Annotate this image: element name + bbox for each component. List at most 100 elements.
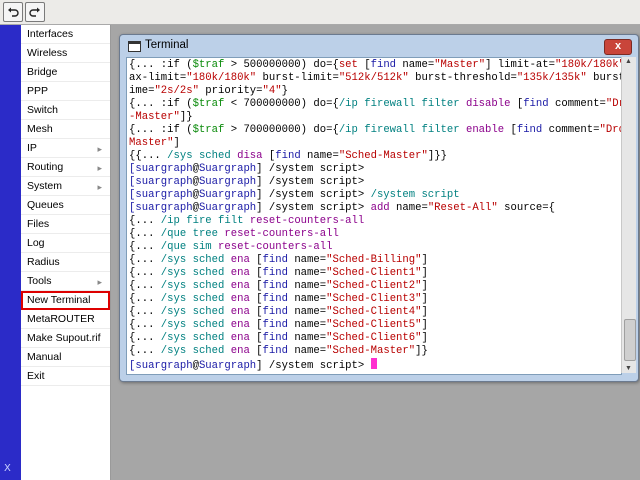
terminal-text: [suargraph — [129, 163, 193, 175]
terminal-text: "Drop — [605, 98, 621, 110]
sidebar-item-exit[interactable]: Exit — [21, 367, 110, 386]
terminal-text: {... — [129, 280, 161, 292]
terminal-text: /sys sched — [160, 254, 225, 266]
sidebar-item-label: Tools — [27, 275, 52, 287]
terminal-text: ] /system script> — [256, 189, 371, 201]
terminal-text: Suargraph — [198, 176, 257, 188]
terminal-text: ax-limit= — [129, 72, 187, 84]
terminal-text: "Sched-Client2" — [326, 280, 422, 292]
sidebar-item-ip[interactable]: IP ▸ — [21, 139, 110, 158]
terminal-line: {... /sys sched ena [find name="Sched-Cl… — [129, 306, 621, 319]
terminal-text: ]}} — [427, 150, 447, 162]
submenu-arrow-icon: ▸ — [97, 182, 102, 192]
terminal-text: /sys sched — [167, 150, 231, 162]
terminal-text: enable — [465, 124, 505, 136]
terminal-line: {... /sys sched ena [find name="Sched-Cl… — [129, 267, 621, 280]
terminal-text: "Sched-Client4" — [326, 306, 422, 318]
terminal-text: name= — [389, 202, 428, 214]
terminal-text: ime= — [129, 85, 155, 97]
terminal-text: /que tree — [160, 228, 219, 240]
terminal-line: {{... /sys sched disa [find name="Sched-… — [129, 150, 621, 163]
sidebar-item-tools[interactable]: Tools ▸ — [21, 272, 110, 291]
terminal-line: [suargraph@Suargraph] /system script> — [129, 176, 621, 189]
side-strip: X — [0, 25, 21, 480]
terminal-text: comment= — [542, 124, 600, 136]
strip-label: X — [4, 463, 11, 474]
terminal-text: [ — [249, 345, 263, 357]
terminal-output[interactable]: {... :if ($traf > 500000000) do={set [fi… — [126, 57, 622, 375]
terminal-line: [suargraph@Suargraph] /system script> — [129, 358, 621, 373]
terminal-text: ] — [421, 280, 428, 292]
terminal-text: ] — [421, 306, 428, 318]
terminal-text: ena — [230, 319, 250, 331]
sidebar-item-queues[interactable]: Queues — [21, 196, 110, 215]
sidebar-item-log[interactable]: Log — [21, 234, 110, 253]
terminal-text: {... — [129, 293, 161, 305]
terminal-text: "Sched-Master" — [326, 345, 416, 357]
sidebar-item-files[interactable]: Files — [21, 215, 110, 234]
terminal-text: /sys sched — [160, 345, 225, 357]
sidebar-item-switch[interactable]: Switch — [21, 101, 110, 120]
sidebar-item-manual[interactable]: Manual — [21, 348, 110, 367]
undo-icon — [8, 7, 19, 17]
sidebar-item-new-terminal[interactable]: New Terminal — [21, 291, 110, 310]
terminal-text: > 500000000) do={ — [224, 59, 339, 71]
sidebar-item-label: New Terminal — [27, 294, 91, 306]
terminal-text: } — [281, 85, 288, 97]
terminal-text: [ — [249, 332, 263, 344]
terminal-text: ]} — [415, 345, 428, 357]
terminal-window[interactable]: Terminal x {... :if ($traf > 500000000) … — [119, 34, 639, 382]
scroll-down-icon[interactable]: ▼ — [625, 365, 632, 372]
sidebar-menu: Interfaces Wireless Bridge PPP Switch Mesh IP ▸… — [21, 25, 111, 480]
toolbar — [0, 0, 640, 25]
terminal-text: [ — [249, 254, 263, 266]
sidebar-item-bridge[interactable]: Bridge — [21, 63, 110, 82]
undo-button[interactable] — [3, 2, 23, 22]
sidebar-item-radius[interactable]: Radius — [21, 253, 110, 272]
terminal-text: {... — [129, 267, 161, 279]
terminal-text: Master" — [129, 137, 174, 149]
terminal-text: [suargraph — [129, 202, 193, 214]
terminal-text: < 700000000) do={ — [224, 98, 339, 110]
terminal-text: /que sim — [160, 241, 212, 253]
sidebar-item-ppp[interactable]: PPP — [21, 82, 110, 101]
sidebar-item-routing[interactable]: Routing ▸ — [21, 158, 110, 177]
sidebar-item-label: Wireless — [27, 47, 68, 59]
sidebar-item-wireless[interactable]: Wireless — [21, 44, 110, 63]
sidebar-item-interfaces[interactable]: Interfaces — [21, 25, 110, 44]
terminal-text: name= — [300, 150, 339, 162]
close-button[interactable]: x — [604, 39, 632, 55]
sidebar-item-label: Interfaces — [27, 28, 74, 40]
submenu-arrow-icon: ▸ — [97, 163, 102, 173]
terminal-text: /ip firewall filter — [338, 98, 460, 110]
terminal-text: "2s/2s" — [154, 85, 199, 97]
sidebar-item-make-supout-rif[interactable]: Make Supout.rif — [21, 329, 110, 348]
terminal-line: {... /sys sched ena [find name="Sched-Cl… — [129, 332, 621, 345]
scroll-up-icon[interactable]: ▲ — [625, 58, 632, 65]
terminal-text: "180k/180k" — [186, 72, 257, 84]
terminal-text: name= — [287, 306, 327, 318]
redo-button[interactable] — [25, 2, 45, 22]
terminal-text: {... :if ( — [129, 124, 193, 136]
terminal-text: {... — [129, 241, 161, 253]
terminal-text: find — [262, 306, 288, 318]
sidebar-item-metarouter[interactable]: MetaROUTER — [21, 310, 110, 329]
terminal-text: {... :if ( — [129, 59, 193, 71]
terminal-text: "512k/512k" — [338, 72, 409, 84]
terminal-text: "135k/135k" — [516, 72, 587, 84]
sidebar-item-system[interactable]: System ▸ — [21, 177, 110, 196]
scroll-thumb[interactable] — [624, 319, 636, 361]
window-titlebar[interactable]: Terminal x — [120, 35, 638, 57]
sidebar-item-label: Manual — [27, 351, 62, 363]
terminal-text: $traf — [192, 98, 225, 110]
sidebar-item-mesh[interactable]: Mesh — [21, 120, 110, 139]
sidebar-item-label: Exit — [27, 370, 45, 382]
terminal-text: {... — [129, 228, 161, 240]
terminal-text: {... — [129, 345, 161, 357]
terminal-text: name= — [287, 280, 327, 292]
terminal-text: "Sched-Client1" — [326, 267, 422, 279]
terminal-text: $traf — [192, 59, 225, 71]
terminal-text: find — [370, 59, 397, 71]
vertical-scrollbar[interactable]: ▲ ▼ — [621, 57, 636, 373]
terminal-text: "180k/180k" — [555, 59, 622, 71]
